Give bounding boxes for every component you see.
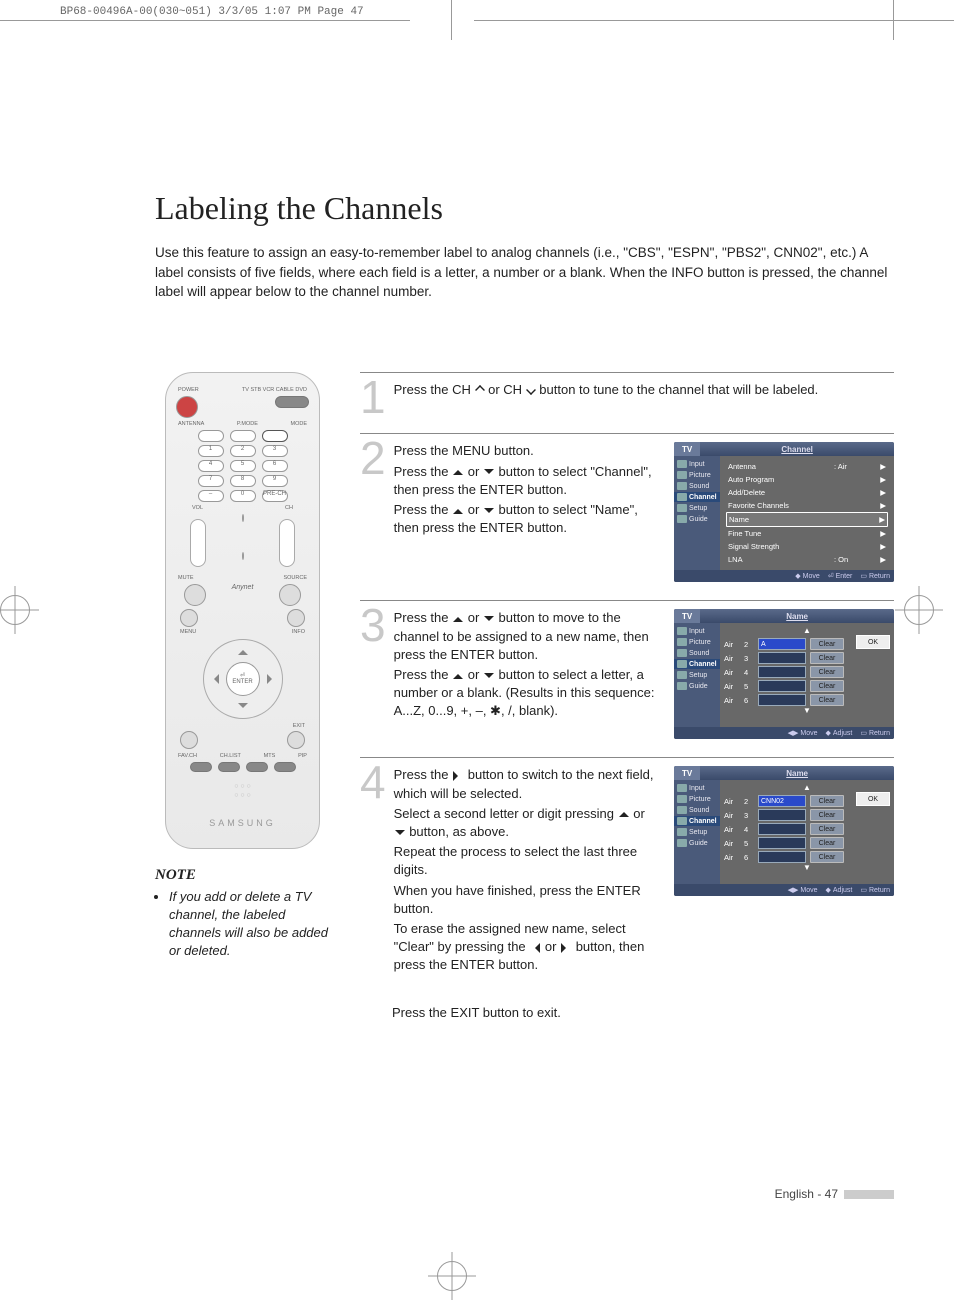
nav-ring: ⏎ENTER <box>203 639 283 719</box>
triangle-down-icon <box>484 508 494 518</box>
page-title: Labeling the Channels <box>60 190 894 227</box>
osd-name-menu-2: TVName Input Picture Sound Channel Setup… <box>674 766 894 896</box>
exit-instruction: Press the EXIT button to exit. <box>392 1005 894 1020</box>
registration-mark <box>0 595 30 625</box>
triangle-right-icon <box>453 771 463 781</box>
triangle-up-icon <box>453 465 463 475</box>
menu-button <box>180 609 198 627</box>
intro-text: Use this feature to assign an easy-to-re… <box>60 243 894 302</box>
step-1: 1 Press the CH or CH button to tune to t… <box>360 372 894 434</box>
brand-logo: SAMSUNG <box>176 818 309 828</box>
mode-slider <box>275 396 309 408</box>
exit-button <box>287 731 305 749</box>
chevron-up-icon <box>475 385 485 395</box>
ok-button: OK <box>856 635 890 649</box>
note-heading: NOTE <box>155 867 330 884</box>
step-4: 4 Press the button to switch to the next… <box>360 757 894 994</box>
note-text: If you add or delete a TV channel, the l… <box>155 888 330 961</box>
power-button-icon <box>176 396 198 418</box>
step-2: 2 Press the MENU button. Press the or bu… <box>360 433 894 600</box>
info-button <box>287 609 305 627</box>
channel-rocker <box>279 519 295 567</box>
step-3: 3 Press the or button to move to the cha… <box>360 600 894 757</box>
registration-mark <box>437 1261 467 1291</box>
registration-mark <box>904 595 934 625</box>
num-1: 1 <box>198 445 224 457</box>
triangle-left-icon <box>530 943 540 953</box>
triangle-down-icon <box>484 469 494 479</box>
page-footer: English - 47 <box>775 1187 894 1201</box>
triangle-up-icon <box>453 504 463 514</box>
ok-button: OK <box>856 792 890 806</box>
osd-channel-menu: TVChannel Input Picture Sound Channel Se… <box>674 442 894 582</box>
volume-rocker <box>190 519 206 567</box>
chevron-down-icon <box>526 385 536 395</box>
osd-name-menu-1: TVName Input Picture Sound Channel Setup… <box>674 609 894 739</box>
remote-illustration: POWERTV STB VCR CABLE DVD ANTENNAP.MODEM… <box>165 372 320 849</box>
